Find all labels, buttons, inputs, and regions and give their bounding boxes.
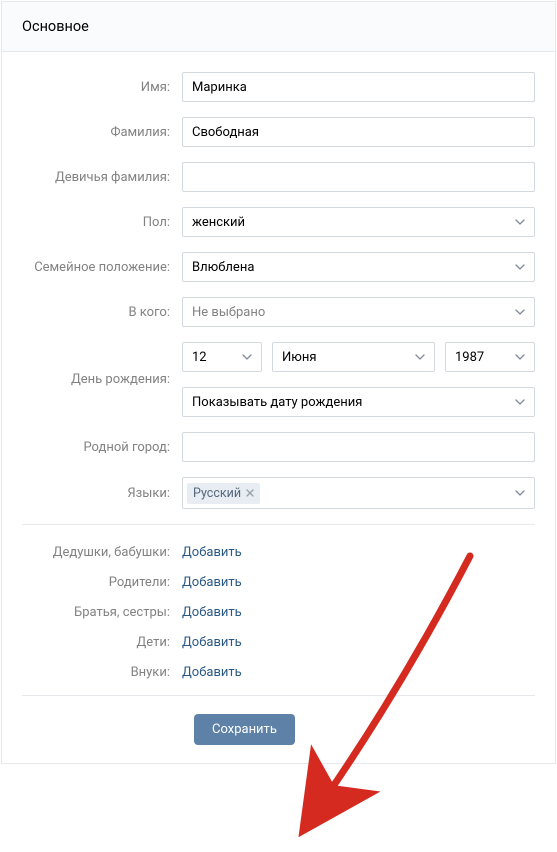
add-grandparents-link[interactable]: Добавить (182, 545, 242, 560)
birthday-visibility-select[interactable]: Показывать дату рождения (182, 387, 535, 417)
language-token[interactable]: Русский (187, 483, 260, 504)
add-children-link[interactable]: Добавить (182, 635, 242, 650)
relation-select[interactable]: Влюблена (182, 252, 535, 282)
chevron-down-icon (515, 490, 525, 496)
chevron-down-icon (515, 354, 525, 360)
chevron-down-icon (515, 264, 525, 270)
row-grandchildren: Внуки: Добавить (22, 665, 535, 680)
main-panel: Основное Имя: Фамилия: Девичья фамилия: … (1, 1, 556, 764)
maiden-name-input[interactable] (182, 162, 535, 192)
languages-input[interactable]: Русский (182, 477, 535, 509)
row-last-name: Фамилия: (22, 117, 535, 147)
row-parents: Родители: Добавить (22, 575, 535, 590)
language-token-label: Русский (193, 486, 241, 501)
row-relation-partner: В кого: Не выбрано (22, 297, 535, 327)
label-children: Дети: (22, 635, 182, 650)
row-grandparents: Дедушки, бабушки: Добавить (22, 545, 535, 560)
last-name-input[interactable] (182, 117, 535, 147)
chevron-down-icon (415, 354, 425, 360)
chevron-down-icon (242, 354, 252, 360)
label-maiden-name: Девичья фамилия: (22, 170, 182, 185)
row-first-name: Имя: (22, 72, 535, 102)
gender-select-value: женский (192, 215, 245, 230)
add-siblings-link[interactable]: Добавить (182, 605, 242, 620)
row-children: Дети: Добавить (22, 635, 535, 650)
birthday-year-select[interactable]: 1987 (445, 342, 535, 372)
label-grandchildren: Внуки: (22, 665, 182, 680)
relation-select-value: Влюблена (192, 260, 254, 275)
chevron-down-icon (515, 399, 525, 405)
row-relation: Семейное положение: Влюблена (22, 252, 535, 282)
close-icon[interactable] (246, 489, 254, 497)
label-last-name: Фамилия: (22, 125, 182, 140)
label-languages: Языки: (22, 486, 182, 501)
panel-footer: Сохранить (22, 695, 535, 763)
birthday-year-value: 1987 (455, 350, 484, 365)
label-relation: Семейное положение: (22, 260, 182, 275)
panel-body: Имя: Фамилия: Девичья фамилия: Пол: жен (2, 52, 555, 763)
label-gender: Пол: (22, 215, 182, 230)
row-maiden-name: Девичья фамилия: (22, 162, 535, 192)
chevron-down-icon (515, 309, 525, 315)
row-gender: Пол: женский (22, 207, 535, 237)
label-hometown: Родной город: (22, 440, 182, 455)
row-languages: Языки: Русский (22, 477, 535, 509)
row-hometown: Родной город: (22, 432, 535, 462)
birthday-day-select[interactable]: 12 (182, 342, 262, 372)
relation-partner-select[interactable]: Не выбрано (182, 297, 535, 327)
row-siblings: Братья, сестры: Добавить (22, 605, 535, 620)
chevron-down-icon (515, 219, 525, 225)
add-parents-link[interactable]: Добавить (182, 575, 242, 590)
label-parents: Родители: (22, 575, 182, 590)
section-divider (22, 524, 535, 525)
panel-header: Основное (2, 2, 555, 52)
panel-title: Основное (22, 18, 89, 35)
first-name-input[interactable] (182, 72, 535, 102)
birthday-visibility-value: Показывать дату рождения (192, 395, 362, 410)
birthday-month-select[interactable]: Июня (272, 342, 435, 372)
birthday-month-value: Июня (282, 350, 317, 365)
relation-partner-value: Не выбрано (192, 305, 265, 320)
save-button[interactable]: Сохранить (194, 714, 295, 745)
label-first-name: Имя: (22, 80, 182, 95)
label-relation-partner: В кого: (22, 305, 182, 320)
birthday-day-value: 12 (192, 350, 207, 365)
hometown-input[interactable] (182, 432, 535, 462)
label-birthday: День рождения: (22, 372, 182, 387)
label-grandparents: Дедушки, бабушки: (22, 545, 182, 560)
add-grandchildren-link[interactable]: Добавить (182, 665, 242, 680)
label-siblings: Братья, сестры: (22, 605, 182, 620)
gender-select[interactable]: женский (182, 207, 535, 237)
row-birthday: День рождения: 12 Июня (22, 342, 535, 417)
